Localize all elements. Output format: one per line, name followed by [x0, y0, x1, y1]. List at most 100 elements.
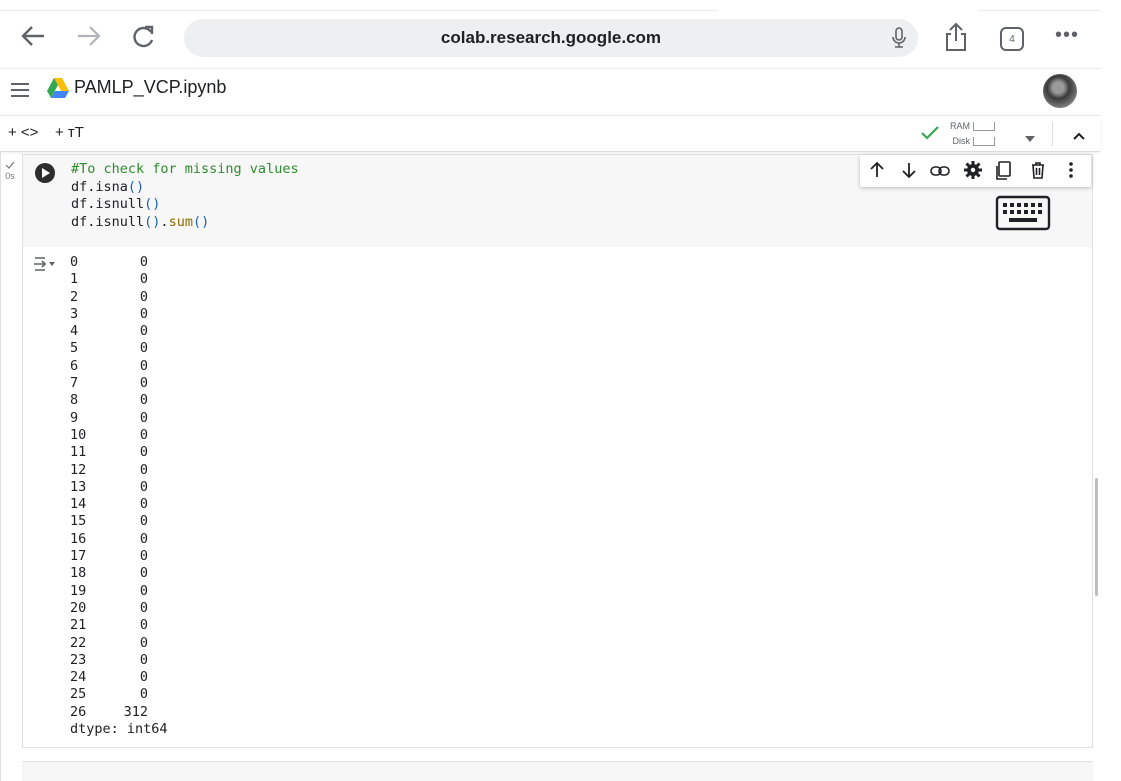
collapse-chevron-icon[interactable]: [1072, 128, 1086, 146]
back-arrow-icon[interactable]: [20, 24, 46, 55]
row-value: 0: [139, 357, 148, 374]
next-cell[interactable]: [22, 761, 1093, 781]
notebook-toolbar: + <> + тT RAM Disk: [0, 116, 1100, 152]
row-index: 3: [70, 305, 79, 322]
row-value: 0: [139, 254, 148, 270]
move-down-icon[interactable]: [902, 161, 916, 184]
code-line: df.isnull: [71, 213, 145, 230]
avatar[interactable]: [1043, 74, 1077, 108]
scrollbar[interactable]: [1095, 478, 1098, 596]
row-index: 11: [70, 444, 87, 461]
output-row: 50: [70, 340, 168, 357]
output-row: 10 0: [70, 427, 168, 444]
output-row: 25 0: [70, 686, 168, 703]
output-row: 00: [70, 254, 168, 271]
row-value: 0: [139, 565, 148, 582]
series-rows: 0 0 1 0 2 0 3 0 4 0 5 0 6 0 7 0 8 0 9 0 10 0 11 0 12 0 13 0 14 0 15 0 16…: [70, 254, 168, 721]
disk-bar: [973, 137, 995, 147]
output-row: 60: [70, 358, 168, 375]
row-index: 5: [70, 340, 79, 357]
share-icon[interactable]: [944, 22, 968, 57]
code-cell[interactable]: 0s #To check for missing values df.isna(…: [5, 154, 1093, 748]
delete-icon[interactable]: [1030, 161, 1046, 184]
output-row: 26 312: [70, 704, 168, 721]
row-value: 0: [139, 582, 148, 599]
output-row: 40: [70, 323, 168, 340]
row-index: 22: [70, 634, 87, 651]
row-value: 0: [139, 634, 148, 651]
output-row: 13 0: [70, 479, 168, 496]
cell-output: 0 0 1 0 2 0 3 0 4 0 5 0 6 0 7 0 8 0 9 0 10 0 11 0 12 0 13 0 14 0 15 0 16…: [23, 247, 1092, 747]
run-cell-button[interactable]: [35, 163, 55, 183]
row-value: 0: [139, 478, 148, 495]
output-row: 21 0: [70, 617, 168, 634]
execution-time: 0s: [5, 171, 15, 181]
code-line: df.isna: [71, 178, 128, 195]
add-code-button[interactable]: + <>: [8, 124, 38, 141]
row-index: 10: [70, 426, 87, 443]
row-index: 23: [70, 651, 87, 668]
output-row: 20 0: [70, 600, 168, 617]
row-value: 0: [139, 340, 148, 357]
move-up-icon[interactable]: [870, 161, 884, 184]
row-index: 18: [70, 565, 87, 582]
output-row: 70: [70, 375, 168, 392]
row-index: 24: [70, 669, 87, 686]
output-actions-icon[interactable]: [33, 255, 57, 278]
row-value: 0: [139, 392, 148, 409]
output-row: 19 0: [70, 583, 168, 600]
row-value: 0: [139, 426, 148, 443]
output-row: 90: [70, 410, 168, 427]
notebook-title[interactable]: PAMLP_VCP.ipynb: [74, 77, 226, 98]
row-index: 7: [70, 375, 79, 392]
microphone-icon[interactable]: [890, 27, 908, 54]
code-function: sum: [168, 213, 193, 230]
output-row: 11 0: [70, 444, 168, 461]
row-value: 0: [139, 496, 148, 513]
google-drive-icon: [46, 77, 70, 104]
notebook-header: PAMLP_VCP.ipynb: [0, 68, 1100, 116]
gear-icon[interactable]: [964, 161, 982, 184]
code-paren: (): [144, 196, 161, 212]
row-index: 12: [70, 461, 87, 478]
row-index: 4: [70, 323, 79, 340]
resource-monitor[interactable]: RAM Disk: [950, 119, 995, 149]
dtype-line: dtype: int64: [70, 721, 168, 738]
output-row: 17 0: [70, 548, 168, 565]
row-index: 16: [70, 530, 87, 547]
keyboard-icon[interactable]: [995, 195, 1051, 236]
row-value: 0: [139, 548, 148, 565]
row-value: 0: [139, 651, 148, 668]
more-vert-icon[interactable]: [1068, 161, 1074, 184]
output-row: 30: [70, 306, 168, 323]
output-row: 80: [70, 392, 168, 409]
output-row: 15 0: [70, 513, 168, 530]
toolbar-divider: [1052, 122, 1053, 146]
output-row: 16 0: [70, 531, 168, 548]
code-dot: .: [160, 213, 169, 230]
mirror-cell-icon[interactable]: [994, 161, 1012, 186]
address-bar[interactable]: colab.research.google.com: [184, 19, 918, 57]
left-margin-rule: [0, 152, 1, 781]
row-index: 20: [70, 599, 87, 616]
output-row: 24 0: [70, 669, 168, 686]
row-value: 0: [139, 323, 148, 340]
url-text: colab.research.google.com: [440, 28, 662, 47]
forward-arrow-icon[interactable]: [76, 24, 102, 55]
code-editor[interactable]: #To check for missing values df.isna() d…: [23, 155, 1092, 247]
code-text[interactable]: #To check for missing values df.isna() d…: [71, 161, 299, 231]
row-value: 0: [139, 530, 148, 547]
done-check-icon: [5, 161, 15, 169]
link-icon[interactable]: [930, 164, 950, 182]
menu-icon[interactable]: [10, 81, 30, 104]
caret-down-icon[interactable]: [1024, 130, 1036, 148]
code-paren: (): [144, 213, 161, 230]
add-text-button[interactable]: + тT: [55, 124, 84, 141]
more-menu-icon[interactable]: •••: [1055, 24, 1079, 47]
row-value: 0: [139, 617, 148, 634]
output-row: 20: [70, 289, 168, 306]
row-value: 0: [139, 461, 148, 478]
reload-icon[interactable]: [130, 24, 156, 57]
row-index: 6: [70, 357, 79, 374]
tab-count-button[interactable]: 4: [1000, 27, 1024, 51]
